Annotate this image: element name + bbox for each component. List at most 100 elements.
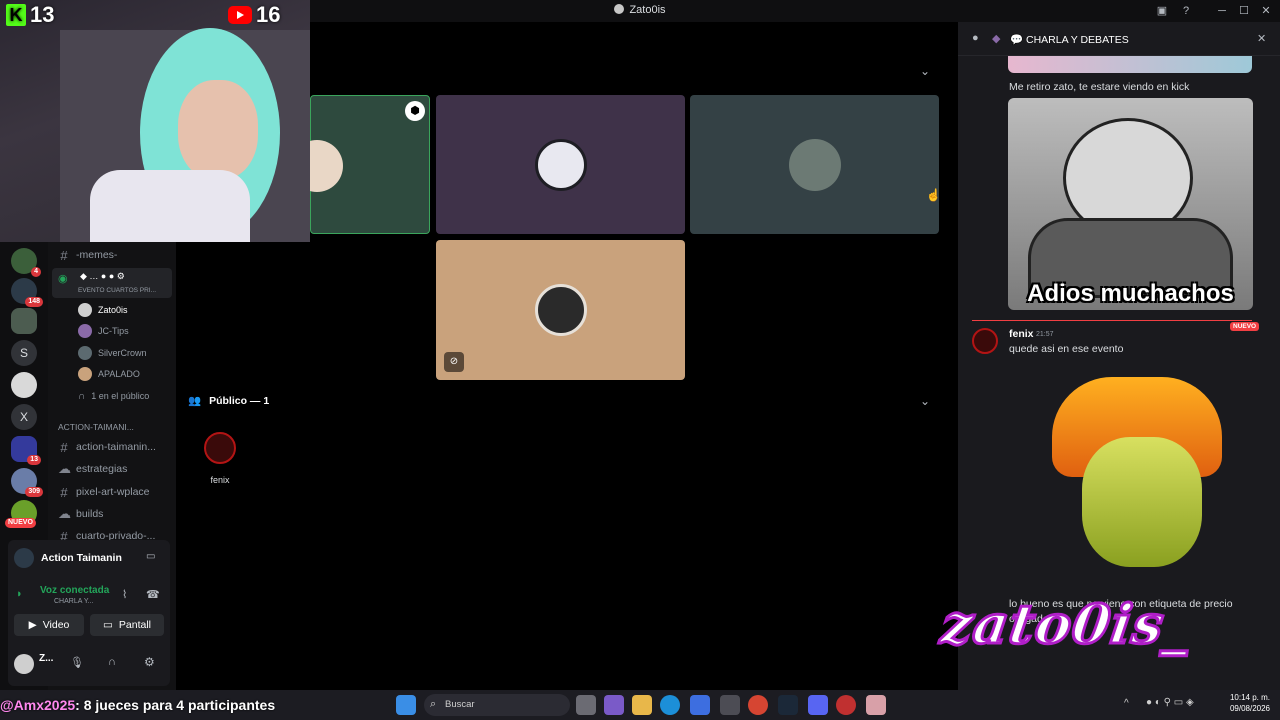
stream-ticker: @Amx2025: 8 jueces para 4 participantes xyxy=(0,692,275,718)
screen-share-icon[interactable]: ▭ xyxy=(146,551,155,562)
tray-icons[interactable]: ● ◐ ⚲ ▭ ◈ xyxy=(1146,697,1194,708)
headphones-icon[interactable]: ∩ xyxy=(108,656,116,668)
speaker-avatar xyxy=(788,138,841,191)
channel-item[interactable]: ☁ estrategias xyxy=(58,459,127,479)
noise-suppression-icon[interactable]: ⌇ xyxy=(122,588,127,601)
server-icon-2[interactable]: 148 xyxy=(11,278,43,307)
help-icon[interactable]: ? xyxy=(1178,3,1194,19)
ticker-user: @Amx2025 xyxy=(0,697,76,713)
server-name[interactable]: Action Taimanin xyxy=(41,552,122,564)
server-letter: S xyxy=(19,346,28,360)
disconnect-icon[interactable]: ☎ xyxy=(146,588,160,601)
server-badge: 309 xyxy=(25,487,43,497)
tray-chevron-icon[interactable]: ^ xyxy=(1124,698,1129,709)
speaker-tile[interactable]: ⬢ xyxy=(291,95,430,234)
store-icon[interactable] xyxy=(690,695,710,715)
voice-user-name: JC-Tips xyxy=(98,326,129,336)
search-box[interactable]: ⌕ Buscar xyxy=(424,694,570,716)
connection-icon: ◗ xyxy=(16,588,23,600)
close-chat-icon[interactable]: ✕ xyxy=(1257,32,1266,45)
steam-icon[interactable] xyxy=(778,695,798,715)
sticker-image[interactable] xyxy=(1042,377,1232,577)
audience-avatar[interactable] xyxy=(204,432,236,464)
chrome-icon[interactable] xyxy=(748,695,768,715)
close-button[interactable]: ✕ xyxy=(1258,3,1274,19)
audience-header[interactable]: 👥 Público — 1 xyxy=(188,394,269,408)
speaker-tile[interactable] xyxy=(690,95,939,234)
channel-label: -memes- xyxy=(76,249,118,261)
youtube-count: 16 xyxy=(256,2,281,27)
speaker-tile[interactable]: ⊘ xyxy=(436,240,685,380)
file-explorer-icon[interactable] xyxy=(632,695,652,715)
server-icon-7[interactable]: 13 xyxy=(11,436,41,465)
username[interactable]: Z... xyxy=(39,653,53,664)
new-badge: NUEVO xyxy=(5,518,36,528)
server-icon-s[interactable]: S xyxy=(11,340,37,366)
new-tag-label: NUEVO xyxy=(1230,322,1260,331)
server-icon-9[interactable]: NUEVO xyxy=(5,500,37,528)
app-icon[interactable] xyxy=(866,695,886,715)
video-button[interactable]: ▶ Video xyxy=(14,614,84,636)
cursor-icon: ☝ xyxy=(926,188,941,202)
settings-gear-icon[interactable]: ⚙ xyxy=(144,655,155,669)
speaker-tile[interactable] xyxy=(436,95,685,234)
edge-icon[interactable] xyxy=(660,695,680,715)
voice-user[interactable]: APALADO xyxy=(78,365,140,383)
category-header[interactable]: ACTION-TAIMANI... xyxy=(58,422,134,432)
speaker-avatar xyxy=(534,138,587,191)
widgets-icon[interactable] xyxy=(604,695,624,715)
channel-item[interactable]: # action-taimanin... xyxy=(58,437,156,457)
thread-icon[interactable]: ● xyxy=(972,32,979,44)
task-view-icon[interactable] xyxy=(576,695,596,715)
forum-icon: ☁ xyxy=(58,461,71,476)
chevron-down-icon[interactable]: ⌄ xyxy=(920,64,930,78)
author-name[interactable]: fenix xyxy=(1009,328,1034,340)
server-icon-8[interactable]: 309 xyxy=(11,468,43,497)
channel-item[interactable]: # pixel-art-wplace xyxy=(58,482,149,502)
voice-user[interactable]: Zato0is xyxy=(78,301,128,319)
screen-icon: ▭ xyxy=(102,619,113,631)
previous-image[interactable] xyxy=(1008,56,1252,73)
audience-member-name[interactable]: fenix xyxy=(206,475,234,485)
server-icon-1[interactable]: 4 xyxy=(11,248,41,277)
moderator-shield-icon: ⬢ xyxy=(405,101,425,121)
user-avatar[interactable] xyxy=(14,654,34,674)
voice-channel-name[interactable]: CHARLA Y... xyxy=(54,598,93,605)
clock-date[interactable]: 09/08/2026 xyxy=(1226,704,1270,713)
hash-icon: # xyxy=(60,439,68,455)
app-icon[interactable] xyxy=(836,695,856,715)
maximize-button[interactable]: ☐ xyxy=(1236,3,1252,19)
minimize-button[interactable]: ─ xyxy=(1214,3,1230,19)
kick-icon: K xyxy=(6,4,26,26)
channel-item[interactable]: ☁ builds xyxy=(58,504,103,524)
server-icon-x[interactable]: X xyxy=(11,404,37,430)
new-tag: NUEVO xyxy=(1230,315,1260,333)
audience-count[interactable]: ∩ 1 en el público xyxy=(78,387,149,405)
author-avatar[interactable] xyxy=(972,328,998,354)
discord-icon[interactable] xyxy=(808,695,828,715)
kick-counter: K 13 xyxy=(6,2,54,28)
server-icon-5[interactable] xyxy=(11,372,37,398)
voice-channel-icons: ◆ … ● ● ⚙ xyxy=(80,271,125,281)
voice-user[interactable]: SilverCrown xyxy=(78,344,147,362)
meme-image[interactable]: Adios muchachos xyxy=(1008,98,1253,310)
server-icon-3[interactable] xyxy=(11,308,37,334)
voice-user-name: Zato0is xyxy=(98,305,128,315)
voice-status[interactable]: Voz conectada xyxy=(40,585,109,596)
channel-label: action-taimanin... xyxy=(76,441,156,453)
headphones-icon: ∩ xyxy=(78,390,86,402)
event-voice-channel[interactable]: ◉ ◆ … ● ● ⚙ EVENTO CUARTOS PRI... xyxy=(52,268,172,298)
app-icon[interactable] xyxy=(720,695,740,715)
event-label: EVENTO CUARTOS PRI... xyxy=(78,287,157,294)
muted-mic-icon: ⊘ xyxy=(444,352,464,372)
channel-memes[interactable]: # -memes- xyxy=(58,245,117,265)
chevron-down-icon[interactable]: ⌄ xyxy=(920,394,930,408)
mic-icon[interactable]: 🎙 xyxy=(70,656,84,669)
screen-button[interactable]: ▭ Pantall xyxy=(90,614,164,636)
clock-time[interactable]: 10:14 p. m. xyxy=(1226,693,1270,702)
streamer-watermark: zato0is_ xyxy=(934,591,1280,684)
chat-title: 💬 CHARLA Y DEBATES xyxy=(1010,34,1129,46)
voice-user[interactable]: JC-Tips xyxy=(78,322,129,340)
inbox-icon[interactable]: ▣ xyxy=(1154,3,1170,19)
windows-start-icon[interactable] xyxy=(396,695,416,715)
